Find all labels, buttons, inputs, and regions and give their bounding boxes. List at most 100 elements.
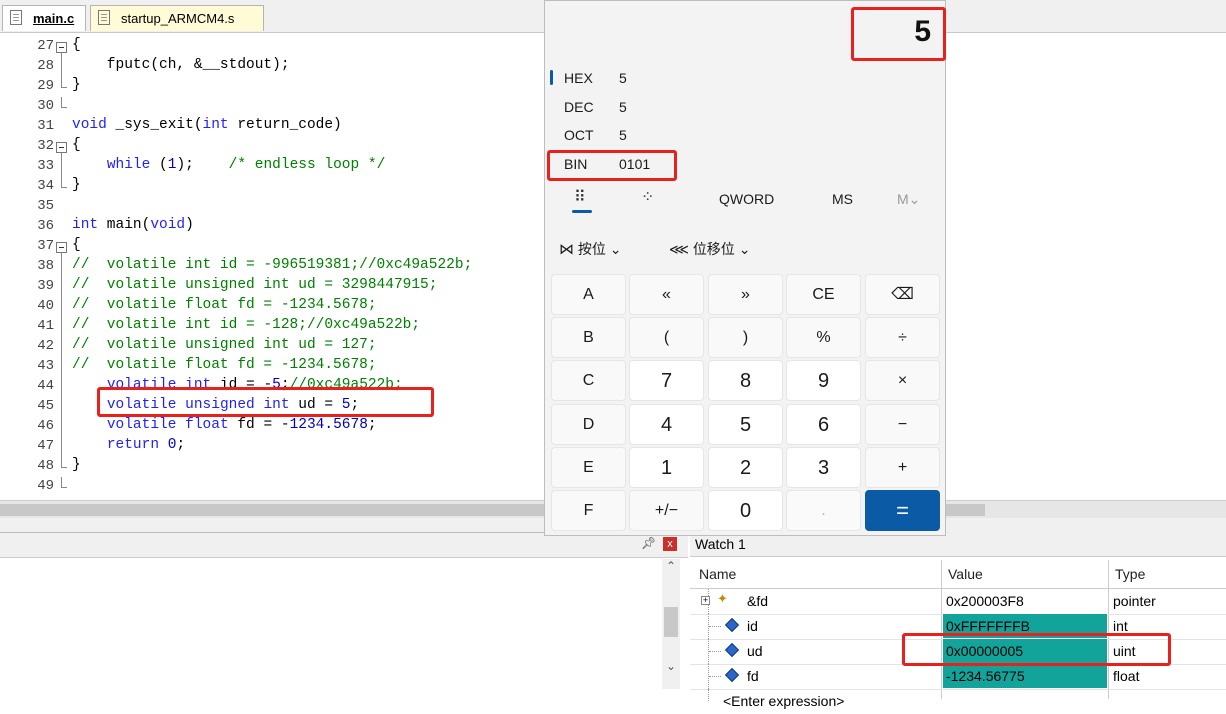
watch-value[interactable]: -1234.56775 [943,664,1107,688]
expand-icon[interactable]: + [701,596,710,605]
key-d-button[interactable]: D [551,404,626,445]
watch-type: float [1113,668,1140,684]
scrollbar-thumb[interactable] [664,607,678,637]
code-line[interactable]: int main(void) [72,217,194,233]
radix-value-hex: 5 [619,70,627,86]
code-line[interactable]: volatile float fd = -1234.5678; [72,417,377,433]
code-line[interactable]: return 0; [72,437,185,453]
tree-guide [709,626,721,628]
key-shift-right-button[interactable]: » [708,274,783,315]
fold-toggle-icon[interactable] [56,242,67,253]
code-line[interactable]: { [72,137,81,153]
bit-toggling-keypad-icon[interactable]: ⁘ [641,187,654,207]
key-equals-button[interactable]: = [865,490,940,531]
code-line[interactable]: { [72,37,81,53]
annotation-box-bin [547,150,677,181]
key-a-button[interactable]: A [551,274,626,315]
key-close-paren-button[interactable]: ) [708,317,783,358]
column-header-value[interactable]: Value [948,566,983,582]
code-line[interactable]: { [72,237,81,253]
watch-row[interactable]: fd -1234.56775 float [690,664,1226,690]
tab-main-c[interactable]: main.c [2,5,86,31]
radix-label-hex[interactable]: HEX [564,70,593,86]
key-clear-entry-button[interactable]: CE [786,274,861,315]
code-token: { [72,137,81,153]
line-number: 48 [37,458,54,474]
fold-guide [61,253,62,467]
bitshift-dropdown[interactable]: ⋘ 位移位 ⌄ [669,239,750,259]
chevron-down-icon: ⌄ [609,241,622,257]
key-8-button[interactable]: 8 [708,360,783,401]
radix-label-dec[interactable]: DEC [564,99,594,115]
key-add-button[interactable]: + [865,447,940,488]
key-decimal-button: . [786,490,861,531]
code-line[interactable]: fputc(ch, &__stdout); [72,57,290,73]
bitwise-dropdown[interactable]: ⋈ 按位 ⌄ [559,239,622,259]
watch-value[interactable]: 0x200003F8 [943,589,1107,613]
code-line[interactable]: // volatile unsigned int ud = 3298447915… [72,277,437,293]
code-line[interactable]: // volatile int id = -128;//0xc49a522b; [72,317,420,333]
fold-toggle-icon[interactable] [56,142,67,153]
watch-name: &fd [747,593,769,609]
fold-guide-end [61,87,67,88]
calculator-window: 5 HEX 5 DEC 5 OCT 5 BIN 0101 ⠿ ⁘ QWORD MS M⌄ ⋈ … [544,0,946,536]
line-number: 27 [37,38,54,54]
key-7-button[interactable]: 7 [629,360,704,401]
code-token: ; [367,417,377,433]
key-e-button[interactable]: E [551,447,626,488]
code-line[interactable]: } [72,457,81,473]
key-9-button[interactable]: 9 [786,360,861,401]
tree-guide [708,689,710,701]
key-4-button[interactable]: 4 [629,404,704,445]
code-line[interactable]: while (1); /* endless loop */ [72,157,385,173]
key-6-button[interactable]: 6 [786,404,861,445]
logic-gate-icon: ⋈ [559,241,574,258]
key-b-button[interactable]: B [551,317,626,358]
fold-toggle-icon[interactable] [56,42,67,53]
key-c-button[interactable]: C [551,360,626,401]
chevron-up-icon[interactable]: ⌃ [666,559,676,573]
key-divide-button[interactable]: ÷ [865,317,940,358]
key-5-button[interactable]: 5 [708,404,783,445]
panel-vertical-scrollbar[interactable]: ⌃ ⌄ [662,559,680,689]
line-number: 39 [37,278,54,294]
key-f-button[interactable]: F [551,490,626,531]
tree-guide [709,651,721,653]
code-line[interactable]: // volatile float fd = -1234.5678; [72,297,377,313]
code-line[interactable]: void _sys_exit(int return_code) [72,117,342,133]
pin-icon[interactable]: 📌︎ [641,536,656,550]
word-size-button[interactable]: QWORD [719,191,774,207]
keypad-icon[interactable]: ⠿ [574,187,586,207]
enter-expression-row[interactable]: <Enter expression> [690,689,1226,714]
code-line[interactable]: // volatile int id = -996519381;//0xc49a… [72,257,472,273]
code-token: _sys_exit( [106,117,203,133]
memory-store-button[interactable]: MS [832,191,853,207]
key-open-paren-button[interactable]: ( [629,317,704,358]
key-backspace-button[interactable]: ⌫ [865,274,940,315]
radix-label-oct[interactable]: OCT [564,127,594,143]
column-header-type[interactable]: Type [1115,566,1145,582]
key-3-button[interactable]: 3 [786,447,861,488]
code-token: float [185,417,229,433]
key-shift-left-button[interactable]: « [629,274,704,315]
code-line[interactable]: // volatile unsigned int ud = 127; [72,337,377,353]
key-modulo-button[interactable]: % [786,317,861,358]
memory-dropdown-label: M [897,191,909,207]
column-header-name[interactable]: Name [699,566,736,582]
code-line[interactable]: } [72,77,81,93]
code-token: } [72,457,81,473]
code-line[interactable]: // volatile float fd = -1234.5678; [72,357,377,373]
key-2-button[interactable]: 2 [708,447,783,488]
key-subtract-button[interactable]: − [865,404,940,445]
chevron-down-icon[interactable]: ⌄ [666,659,676,673]
code-line[interactable]: } [72,177,81,193]
close-icon[interactable]: x [663,537,677,551]
key-negate-button[interactable]: +/− [629,490,704,531]
tab-startup-armcm4[interactable]: startup_ARMCM4.s [90,5,264,31]
watch-row[interactable]: + ✦ &fd 0x200003F8 pointer [690,589,1226,615]
key-multiply-button[interactable]: × [865,360,940,401]
key-1-button[interactable]: 1 [629,447,704,488]
key-0-button[interactable]: 0 [708,490,783,531]
line-number: 35 [37,198,54,214]
